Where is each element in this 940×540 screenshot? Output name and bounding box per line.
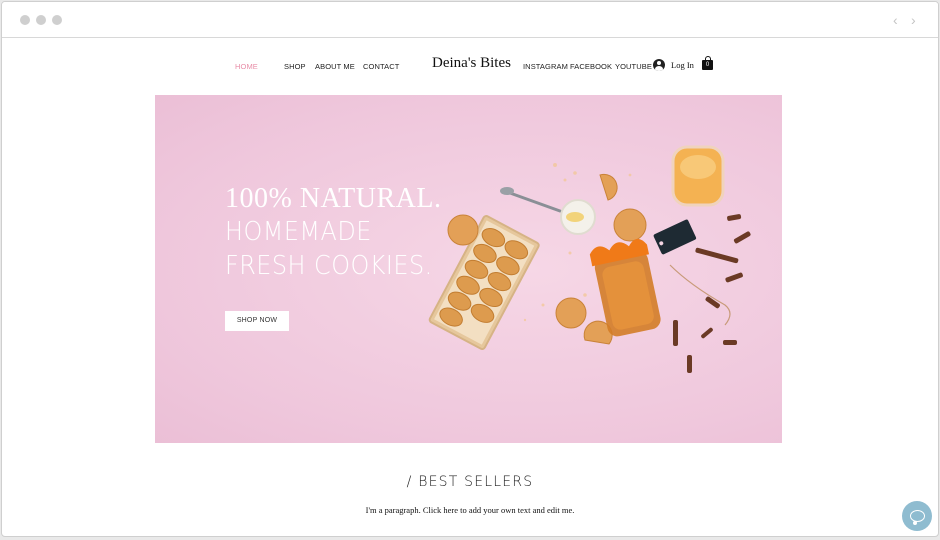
login-button[interactable]: Log In — [653, 58, 694, 72]
nav-youtube[interactable]: YOUTUBE — [615, 62, 652, 71]
hero-headline-3: FRESH COOKIES. — [225, 251, 433, 281]
cart-count: 0 — [705, 62, 710, 68]
chevron-right-icon[interactable]: › — [911, 12, 916, 28]
avatar-icon — [653, 59, 665, 71]
nav-facebook[interactable]: FACEBOOK — [570, 62, 612, 71]
nav-contact[interactable]: CONTACT — [363, 62, 399, 71]
nav-shop[interactable]: SHOP — [284, 62, 306, 71]
hero-headline-2: HOMEMADE — [225, 217, 372, 247]
chat-icon[interactable] — [902, 501, 932, 531]
login-label: Log In — [671, 60, 694, 70]
hero-headline-1: 100% NATURAL. — [225, 183, 442, 214]
best-sellers-title: / BEST SELLERS — [406, 474, 534, 490]
hero-cookies-image — [428, 145, 751, 373]
cart-button[interactable]: 0 — [702, 56, 713, 71]
shop-now-button[interactable]: SHOP NOW — [225, 311, 289, 331]
browser-window: ‹ › HOME SHOP ABOUT ME CONTACT Deina's B… — [1, 1, 939, 537]
window-maximize-dot[interactable] — [52, 15, 62, 25]
site-logo[interactable]: Deina's Bites — [432, 55, 511, 72]
window-close-dot[interactable] — [20, 15, 30, 25]
chevron-left-icon[interactable]: ‹ — [893, 12, 898, 28]
paragraph-text[interactable]: I'm a paragraph. Click here to add your … — [2, 505, 938, 515]
site-header: HOME SHOP ABOUT ME CONTACT Deina's Bites… — [2, 39, 938, 94]
nav-instagram[interactable]: INSTAGRAM — [523, 62, 568, 71]
nav-home[interactable]: HOME — [235, 62, 258, 71]
nav-about-me[interactable]: ABOUT ME — [315, 62, 355, 71]
hero-banner: 100% NATURAL. HOMEMADE FRESH COOKIES. SH… — [155, 95, 782, 443]
window-minimize-dot[interactable] — [36, 15, 46, 25]
browser-titlebar: ‹ › — [2, 2, 938, 38]
